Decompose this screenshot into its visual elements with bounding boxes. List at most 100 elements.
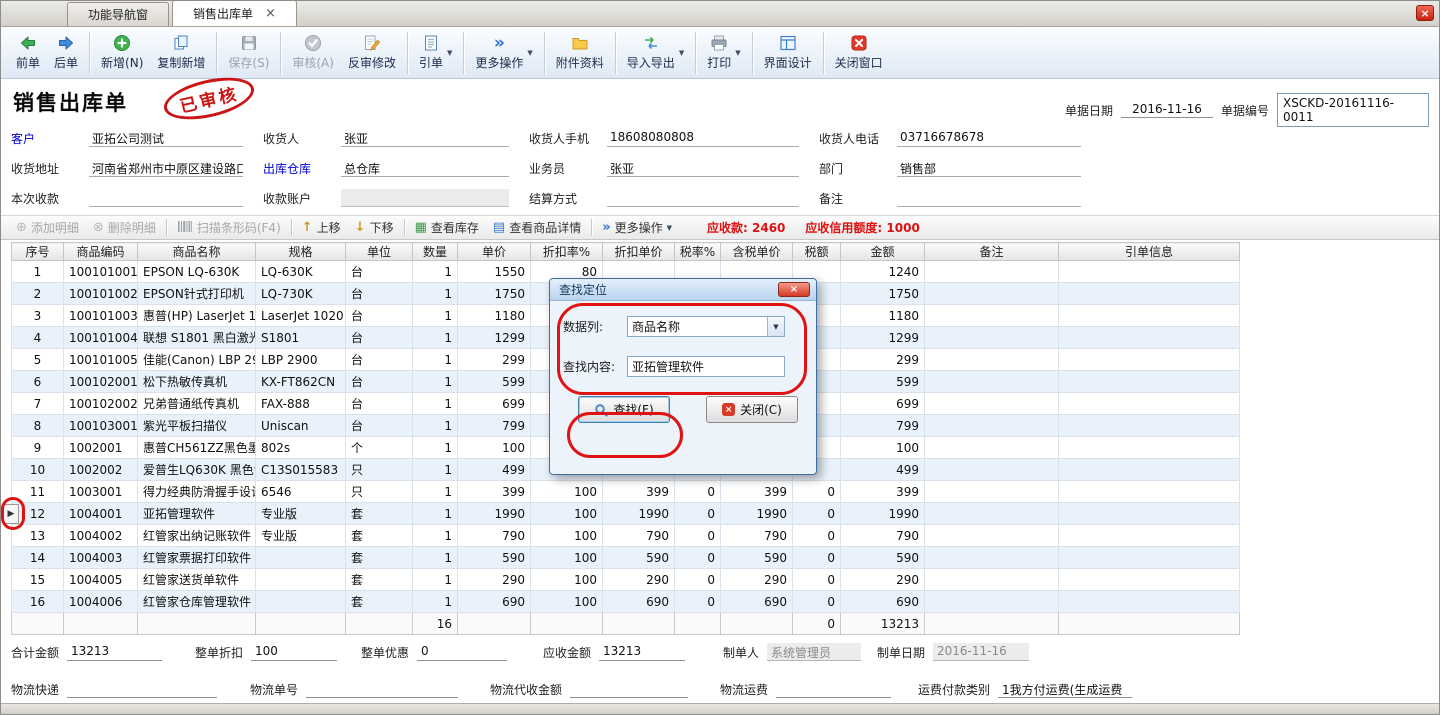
column-header[interactable]: 规格 xyxy=(256,243,346,261)
doc-date-value[interactable]: 2016-11-16 xyxy=(1121,102,1213,118)
order-rebate-field[interactable]: 0 xyxy=(417,643,507,661)
chevrons-icon: » xyxy=(602,221,610,234)
table-cell: 3 xyxy=(12,305,64,327)
table-cell xyxy=(256,591,346,613)
chevron-down-icon[interactable]: ▼ xyxy=(735,49,740,57)
add-circle-icon: ⊕ xyxy=(16,221,27,234)
customer-label[interactable]: 客户 xyxy=(11,130,89,147)
column-header[interactable]: 数量 xyxy=(413,243,458,261)
remark-field[interactable] xyxy=(897,189,1081,207)
table-cell: 7 xyxy=(12,393,64,415)
detail-more-actions-button[interactable]: »更多操作▼ xyxy=(595,219,679,236)
arrow-up-icon: ↑ xyxy=(302,221,313,234)
freight-pay-type-label: 运费付款类别 xyxy=(918,681,990,698)
scan-barcode-button: 扫描条形码(F4) xyxy=(170,219,288,236)
address-field[interactable]: 河南省郑州市中原区建设路口 xyxy=(89,159,243,177)
table-cell: 1550 xyxy=(458,261,531,283)
order-discount-field[interactable]: 100 xyxy=(251,643,337,661)
attachments-button[interactable]: 附件资料 xyxy=(549,31,611,74)
logistics-cod-field[interactable] xyxy=(570,680,688,698)
table-cell: 0 xyxy=(675,569,721,591)
column-header[interactable]: 折扣率% xyxy=(531,243,603,261)
column-header[interactable]: 单位 xyxy=(346,243,413,261)
logistics-freight-field[interactable] xyxy=(776,680,891,698)
dialog-close-button[interactable]: × xyxy=(778,282,810,297)
table-cell: 100103001 xyxy=(64,415,138,437)
column-header[interactable]: 引单信息 xyxy=(1059,243,1240,261)
table-cell xyxy=(675,613,721,635)
view-stock-button[interactable]: ▦查看库存 xyxy=(408,219,486,236)
column-header[interactable]: 税额 xyxy=(793,243,841,261)
table-cell: 套 xyxy=(346,525,413,547)
table-cell xyxy=(1059,305,1240,327)
tab-sales-outbound[interactable]: 销售出库单 × xyxy=(172,0,297,26)
table-cell: 15 xyxy=(12,569,64,591)
search-content-input[interactable] xyxy=(627,356,785,377)
ui-design-button[interactable]: 界面设计 xyxy=(757,31,819,74)
consignee-mobile-field[interactable]: 18608080808 xyxy=(607,129,799,147)
import-export-button[interactable]: 导入导出▼ xyxy=(620,31,691,74)
table-cell xyxy=(531,613,603,635)
table-cell: 0 xyxy=(793,613,841,635)
table-cell: KX-FT862CN xyxy=(256,371,346,393)
window-close-button[interactable]: × xyxy=(1416,5,1434,21)
column-header[interactable]: 商品编码 xyxy=(64,243,138,261)
chevron-down-icon[interactable]: ▼ xyxy=(527,49,532,57)
column-header[interactable]: 含税单价 xyxy=(721,243,793,261)
prev-doc-button[interactable]: 前单 xyxy=(9,31,47,74)
new-button[interactable]: 新增(N) xyxy=(94,31,150,74)
ref-doc-button[interactable]: 引单▼ xyxy=(412,31,459,74)
view-product-detail-button[interactable]: ▤查看商品详情 xyxy=(486,219,588,236)
table-row[interactable]: 151004005红管家送货单软件套129010029002900290 xyxy=(12,569,1240,591)
column-header[interactable]: 税率% xyxy=(675,243,721,261)
table-row[interactable]: 111003001得力经典防滑握手设计圆6546只139910039903990… xyxy=(12,481,1240,503)
more-actions-button[interactable]: »更多操作▼ xyxy=(468,31,539,74)
customer-field[interactable]: 亚拓公司测试 xyxy=(89,129,243,147)
table-cell: 联想 S1801 黑白激光打印 xyxy=(138,327,256,349)
doc-no-value[interactable]: XSCKD-20161116-0011 xyxy=(1277,93,1429,127)
table-cell: 100 xyxy=(531,503,603,525)
next-doc-button[interactable]: 后单 xyxy=(47,31,85,74)
print-button[interactable]: 打印▼ xyxy=(700,31,747,74)
table-row[interactable]: 121004001亚拓管理软件专业版套119901001990019900199… xyxy=(12,503,1240,525)
column-header[interactable]: 序号 xyxy=(12,243,64,261)
toolbar-separator xyxy=(752,32,753,74)
column-header[interactable]: 商品名称 xyxy=(138,243,256,261)
column-header[interactable]: 备注 xyxy=(925,243,1059,261)
column-header[interactable]: 折扣单价 xyxy=(603,243,675,261)
dialog-titlebar[interactable]: 查找定位 × xyxy=(550,279,816,301)
table-cell: 0 xyxy=(793,525,841,547)
tab-close-icon[interactable]: × xyxy=(265,7,276,20)
warehouse-field[interactable]: 总仓库 xyxy=(341,159,509,177)
close-window-button[interactable]: 关闭窗口 xyxy=(828,31,890,74)
salesman-field[interactable]: 张亚 xyxy=(607,159,799,177)
tab-function-nav[interactable]: 功能导航窗 xyxy=(67,2,169,26)
column-header[interactable]: 单价 xyxy=(458,243,531,261)
chevron-down-icon[interactable]: ▼ xyxy=(679,49,684,57)
settlement-field[interactable] xyxy=(607,189,799,207)
chevron-down-icon[interactable]: ▼ xyxy=(447,49,452,57)
table-row[interactable]: 141004003红管家票据打印软件套159010059005900590 xyxy=(12,547,1240,569)
table-row[interactable]: 161004006红管家仓库管理软件套169010069006900690 xyxy=(12,591,1240,613)
department-field[interactable]: 销售部 xyxy=(897,159,1081,177)
check-circle-icon xyxy=(303,34,323,52)
consignee-phone-field[interactable]: 03716678678 xyxy=(897,129,1081,147)
table-row[interactable]: 131004002红管家出纳记账软件专业版套179010079007900790 xyxy=(12,525,1240,547)
logistics-no-field[interactable] xyxy=(306,680,458,698)
find-button[interactable]: 查找(F) xyxy=(578,396,670,423)
copy-new-button[interactable]: 复制新增 xyxy=(150,31,212,74)
payment-field[interactable] xyxy=(89,189,243,207)
freight-pay-type-field[interactable]: 1我方付运费(生成运费 xyxy=(998,680,1132,698)
consignee-field[interactable]: 张亚 xyxy=(341,129,509,147)
move-up-button[interactable]: ↑上移 xyxy=(295,219,348,236)
unaudit-modify-button[interactable]: 反审修改 xyxy=(341,31,403,74)
combo-dropdown-icon[interactable]: ▼ xyxy=(767,317,784,336)
move-down-button[interactable]: ↓下移 xyxy=(348,219,401,236)
table-cell: 1004003 xyxy=(64,547,138,569)
table-cell: FAX-888 xyxy=(256,393,346,415)
dialog-close-action-button[interactable]: × 关闭(C) xyxy=(706,396,798,423)
warehouse-label[interactable]: 出库仓库 xyxy=(263,160,341,177)
logistics-courier-field[interactable] xyxy=(67,680,217,698)
column-header[interactable]: 金额 xyxy=(841,243,925,261)
data-column-select[interactable]: 商品名称 ▼ xyxy=(627,316,785,337)
